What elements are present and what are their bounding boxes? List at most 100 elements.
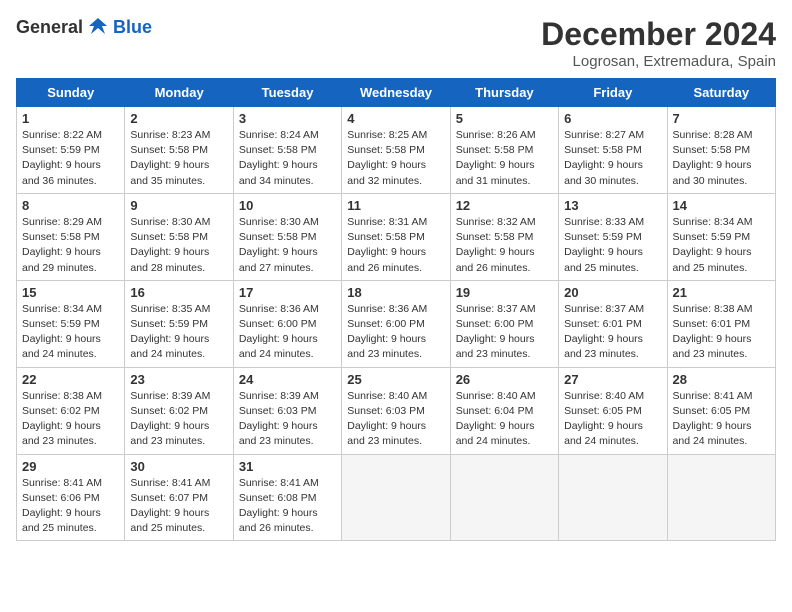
day-number: 28 xyxy=(673,372,770,387)
day-content: Sunrise: 8:32 AMSunset: 5:58 PMDaylight:… xyxy=(456,216,536,274)
day-content: Sunrise: 8:35 AMSunset: 5:59 PMDaylight:… xyxy=(130,303,210,361)
day-number: 22 xyxy=(22,372,119,387)
day-number: 21 xyxy=(673,285,770,300)
day-content: Sunrise: 8:34 AMSunset: 5:59 PMDaylight:… xyxy=(673,216,753,274)
col-thursday: Thursday xyxy=(450,79,558,107)
table-row: 10 Sunrise: 8:30 AMSunset: 5:58 PMDayligh… xyxy=(233,193,341,280)
header-row: Sunday Monday Tuesday Wednesday Thursday… xyxy=(17,79,776,107)
col-wednesday: Wednesday xyxy=(342,79,450,107)
table-row: 22 Sunrise: 8:38 AMSunset: 6:02 PMDayligh… xyxy=(17,367,125,454)
col-friday: Friday xyxy=(559,79,667,107)
logo-bird-icon xyxy=(87,16,109,38)
day-number: 14 xyxy=(673,198,770,213)
day-content: Sunrise: 8:41 AMSunset: 6:05 PMDaylight:… xyxy=(673,390,753,448)
calendar-row: 15 Sunrise: 8:34 AMSunset: 5:59 PMDayligh… xyxy=(17,280,776,367)
table-row: 8 Sunrise: 8:29 AMSunset: 5:58 PMDaylight… xyxy=(17,193,125,280)
day-number: 18 xyxy=(347,285,444,300)
day-number: 3 xyxy=(239,111,336,126)
calendar-row: 29Sunrise: 8:41 AMSunset: 6:06 PMDayligh… xyxy=(17,454,776,541)
table-row: 17 Sunrise: 8:36 AMSunset: 6:00 PMDayligh… xyxy=(233,280,341,367)
day-content: Sunrise: 8:40 AMSunset: 6:04 PMDaylight:… xyxy=(456,390,536,448)
day-number: 13 xyxy=(564,198,661,213)
day-number: 17 xyxy=(239,285,336,300)
day-content: Sunrise: 8:23 AMSunset: 5:58 PMDaylight:… xyxy=(130,129,210,187)
table-row: 5 Sunrise: 8:26 AMSunset: 5:58 PMDaylight… xyxy=(450,107,558,194)
table-row: 25 Sunrise: 8:40 AMSunset: 6:03 PMDayligh… xyxy=(342,367,450,454)
day-content: Sunrise: 8:26 AMSunset: 5:58 PMDaylight:… xyxy=(456,129,536,187)
day-number: 5 xyxy=(456,111,553,126)
day-content: Sunrise: 8:34 AMSunset: 5:59 PMDaylight:… xyxy=(22,303,102,361)
day-number: 29 xyxy=(22,459,119,474)
table-row: 16 Sunrise: 8:35 AMSunset: 5:59 PMDayligh… xyxy=(125,280,233,367)
day-content: Sunrise: 8:22 AMSunset: 5:59 PMDaylight:… xyxy=(22,129,102,187)
month-title: December 2024 xyxy=(541,16,776,53)
day-content: Sunrise: 8:36 AMSunset: 6:00 PMDaylight:… xyxy=(239,303,319,361)
day-content: Sunrise: 8:38 AMSunset: 6:01 PMDaylight:… xyxy=(673,303,753,361)
day-number: 1 xyxy=(22,111,119,126)
day-content: Sunrise: 8:39 AMSunset: 6:02 PMDaylight:… xyxy=(130,390,210,448)
calendar-table: Sunday Monday Tuesday Wednesday Thursday… xyxy=(16,78,776,541)
page-header: General Blue December 2024 Logrosan, Ext… xyxy=(16,16,776,70)
table-row: 6 Sunrise: 8:27 AMSunset: 5:58 PMDaylight… xyxy=(559,107,667,194)
day-number: 15 xyxy=(22,285,119,300)
day-number: 2 xyxy=(130,111,227,126)
table-row: 26Sunrise: 8:40 AMSunset: 6:04 PMDayligh… xyxy=(450,367,558,454)
day-content: Sunrise: 8:29 AMSunset: 5:58 PMDaylight:… xyxy=(22,216,102,274)
table-row: 14 Sunrise: 8:34 AMSunset: 5:59 PMDayligh… xyxy=(667,193,775,280)
table-row: 29Sunrise: 8:41 AMSunset: 6:06 PMDayligh… xyxy=(17,454,125,541)
table-row: 1 Sunrise: 8:22 AMSunset: 5:59 PMDaylight… xyxy=(17,107,125,194)
day-content: Sunrise: 8:31 AMSunset: 5:58 PMDaylight:… xyxy=(347,216,427,274)
table-row: 31Sunrise: 8:41 AMSunset: 6:08 PMDayligh… xyxy=(233,454,341,541)
table-row: 13 Sunrise: 8:33 AMSunset: 5:59 PMDayligh… xyxy=(559,193,667,280)
title-area: December 2024 Logrosan, Extremadura, Spa… xyxy=(541,16,776,70)
logo-blue: Blue xyxy=(113,17,152,38)
col-tuesday: Tuesday xyxy=(233,79,341,107)
table-row: 2 Sunrise: 8:23 AMSunset: 5:58 PMDaylight… xyxy=(125,107,233,194)
table-row: 15 Sunrise: 8:34 AMSunset: 5:59 PMDayligh… xyxy=(17,280,125,367)
calendar-row: 1 Sunrise: 8:22 AMSunset: 5:59 PMDaylight… xyxy=(17,107,776,194)
day-content: Sunrise: 8:37 AMSunset: 6:01 PMDaylight:… xyxy=(564,303,644,361)
day-number: 24 xyxy=(239,372,336,387)
table-row: 12Sunrise: 8:32 AMSunset: 5:58 PMDayligh… xyxy=(450,193,558,280)
table-row: 3 Sunrise: 8:24 AMSunset: 5:58 PMDaylight… xyxy=(233,107,341,194)
calendar-row: 8 Sunrise: 8:29 AMSunset: 5:58 PMDaylight… xyxy=(17,193,776,280)
table-row: 11 Sunrise: 8:31 AMSunset: 5:58 PMDayligh… xyxy=(342,193,450,280)
day-number: 20 xyxy=(564,285,661,300)
day-content: Sunrise: 8:24 AMSunset: 5:58 PMDaylight:… xyxy=(239,129,319,187)
day-content: Sunrise: 8:33 AMSunset: 5:59 PMDaylight:… xyxy=(564,216,644,274)
day-number: 25 xyxy=(347,372,444,387)
day-content: Sunrise: 8:36 AMSunset: 6:00 PMDaylight:… xyxy=(347,303,427,361)
table-row xyxy=(450,454,558,541)
table-row xyxy=(559,454,667,541)
table-row: 20 Sunrise: 8:37 AMSunset: 6:01 PMDayligh… xyxy=(559,280,667,367)
table-row: 19 Sunrise: 8:37 AMSunset: 6:00 PMDayligh… xyxy=(450,280,558,367)
day-content: Sunrise: 8:30 AMSunset: 5:58 PMDaylight:… xyxy=(239,216,319,274)
table-row xyxy=(667,454,775,541)
day-number: 19 xyxy=(456,285,553,300)
day-content: Sunrise: 8:40 AMSunset: 6:05 PMDaylight:… xyxy=(564,390,644,448)
day-content: Sunrise: 8:37 AMSunset: 6:00 PMDaylight:… xyxy=(456,303,536,361)
day-content: Sunrise: 8:40 AMSunset: 6:03 PMDaylight:… xyxy=(347,390,427,448)
logo: General Blue xyxy=(16,16,152,38)
day-content: Sunrise: 8:38 AMSunset: 6:02 PMDaylight:… xyxy=(22,390,102,448)
day-number: 23 xyxy=(130,372,227,387)
day-number: 11 xyxy=(347,198,444,213)
table-row xyxy=(342,454,450,541)
col-sunday: Sunday xyxy=(17,79,125,107)
day-number: 6 xyxy=(564,111,661,126)
day-content: Sunrise: 8:27 AMSunset: 5:58 PMDaylight:… xyxy=(564,129,644,187)
col-saturday: Saturday xyxy=(667,79,775,107)
table-row: 27Sunrise: 8:40 AMSunset: 6:05 PMDayligh… xyxy=(559,367,667,454)
day-number: 8 xyxy=(22,198,119,213)
day-content: Sunrise: 8:39 AMSunset: 6:03 PMDaylight:… xyxy=(239,390,319,448)
table-row: 23 Sunrise: 8:39 AMSunset: 6:02 PMDayligh… xyxy=(125,367,233,454)
table-row: 9Sunrise: 8:30 AMSunset: 5:58 PMDaylight… xyxy=(125,193,233,280)
col-monday: Monday xyxy=(125,79,233,107)
day-content: Sunrise: 8:41 AMSunset: 6:07 PMDaylight:… xyxy=(130,477,210,535)
day-number: 7 xyxy=(673,111,770,126)
calendar-body: 1 Sunrise: 8:22 AMSunset: 5:59 PMDaylight… xyxy=(17,107,776,541)
day-content: Sunrise: 8:30 AMSunset: 5:58 PMDaylight:… xyxy=(130,216,210,274)
day-number: 16 xyxy=(130,285,227,300)
day-number: 10 xyxy=(239,198,336,213)
logo-general: General xyxy=(16,17,83,38)
